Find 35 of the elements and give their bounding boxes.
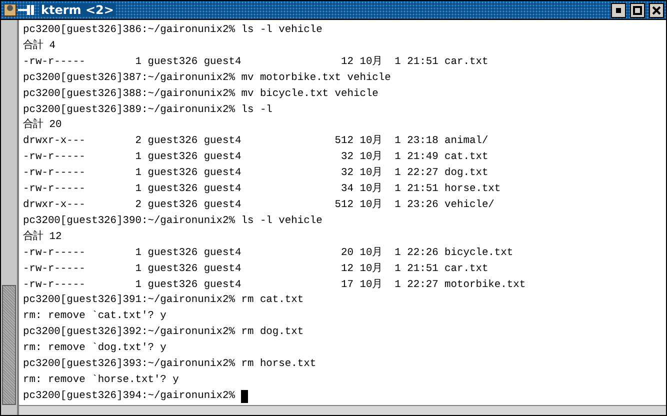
scrollbar-thumb[interactable] [2, 285, 16, 405]
terminal-line: pc3200[guest326]388:~/gaironunix2% mv bicycle.txt vehicle [23, 86, 378, 102]
terminal-line: -rw-r----- 1 guest326 guest4 12 10月 1 21:51 car.txt [23, 262, 488, 277]
minimize-button[interactable] [611, 2, 626, 18]
terminal-line: 合計 12 [23, 230, 62, 245]
terminal-line: -rw-r----- 1 guest326 guest4 32 10月 1 21:49 cat.txt [23, 150, 488, 166]
terminal-line: -rw-r----- 1 guest326 guest4 17 10月 1 22:27 motorbike.txt [23, 278, 526, 292]
terminal-line: drwxr-x--- 2 guest326 guest4 512 10月 1 23:26 vehicle/ [23, 198, 494, 213]
terminal-line: pc3200[guest326]392:~/gaironunix2% rm dog.txt [23, 325, 304, 340]
scrollbar[interactable] [1, 20, 19, 415]
terminal-line: pc3200[guest326]393:~/gaironunix2% rm horse.txt [23, 357, 316, 372]
close-button[interactable] [649, 2, 664, 18]
terminal-line: drwxr-x--- 2 guest326 guest4 512 10月 1 23:18 animal/ [23, 134, 488, 150]
terminal-line: -rw-r----- 1 guest326 guest4 20 10月 1 22:26 bicycle.txt [23, 246, 514, 261]
terminal-line: pc3200[guest326]390:~/gaironunix2% ls -l vehicle [23, 214, 322, 229]
maximize-button[interactable] [630, 2, 645, 18]
terminal-line: pc3200[guest326]386:~/gaironunix2% ls -l vehicle [23, 23, 322, 38]
window-title: kterm <2> [39, 3, 116, 17]
terminal-line: -rw-r----- 1 guest326 guest4 12 10月 1 21:51 car.txt [23, 54, 488, 70]
terminal-line: pc3200[guest326]389:~/gaironunix2% ls -l [23, 102, 272, 118]
terminal-line: rm: remove `horse.txt'? y [23, 372, 179, 388]
horizontal-scrollbar[interactable] [19, 405, 666, 415]
minimize-icon [616, 8, 621, 12]
terminal-line: 合計 4 [23, 38, 56, 54]
terminal-line: -rw-r----- 1 guest326 guest4 34 10月 1 21:51 horse.txt [23, 182, 501, 198]
close-icon [652, 6, 661, 14]
terminal-line: 合計 20 [23, 118, 62, 134]
terminal-line: rm: remove `dog.txt'? y [23, 341, 166, 356]
maximize-icon [633, 6, 642, 14]
terminal-app-icon[interactable] [3, 3, 35, 17]
terminal-line: pc3200[guest326]394:~/gaironunix2% [23, 388, 236, 404]
terminal-line: -rw-r----- 1 guest326 guest4 32 10月 1 22:27 dog.txt [23, 166, 488, 182]
terminal-line: pc3200[guest326]387:~/gaironunix2% mv motorbike.txt vehicle [23, 70, 391, 86]
terminal-line: pc3200[guest326]391:~/gaironunix2% rm cat.txt [23, 293, 304, 308]
terminal-line: rm: remove `cat.txt'? y [23, 309, 166, 324]
